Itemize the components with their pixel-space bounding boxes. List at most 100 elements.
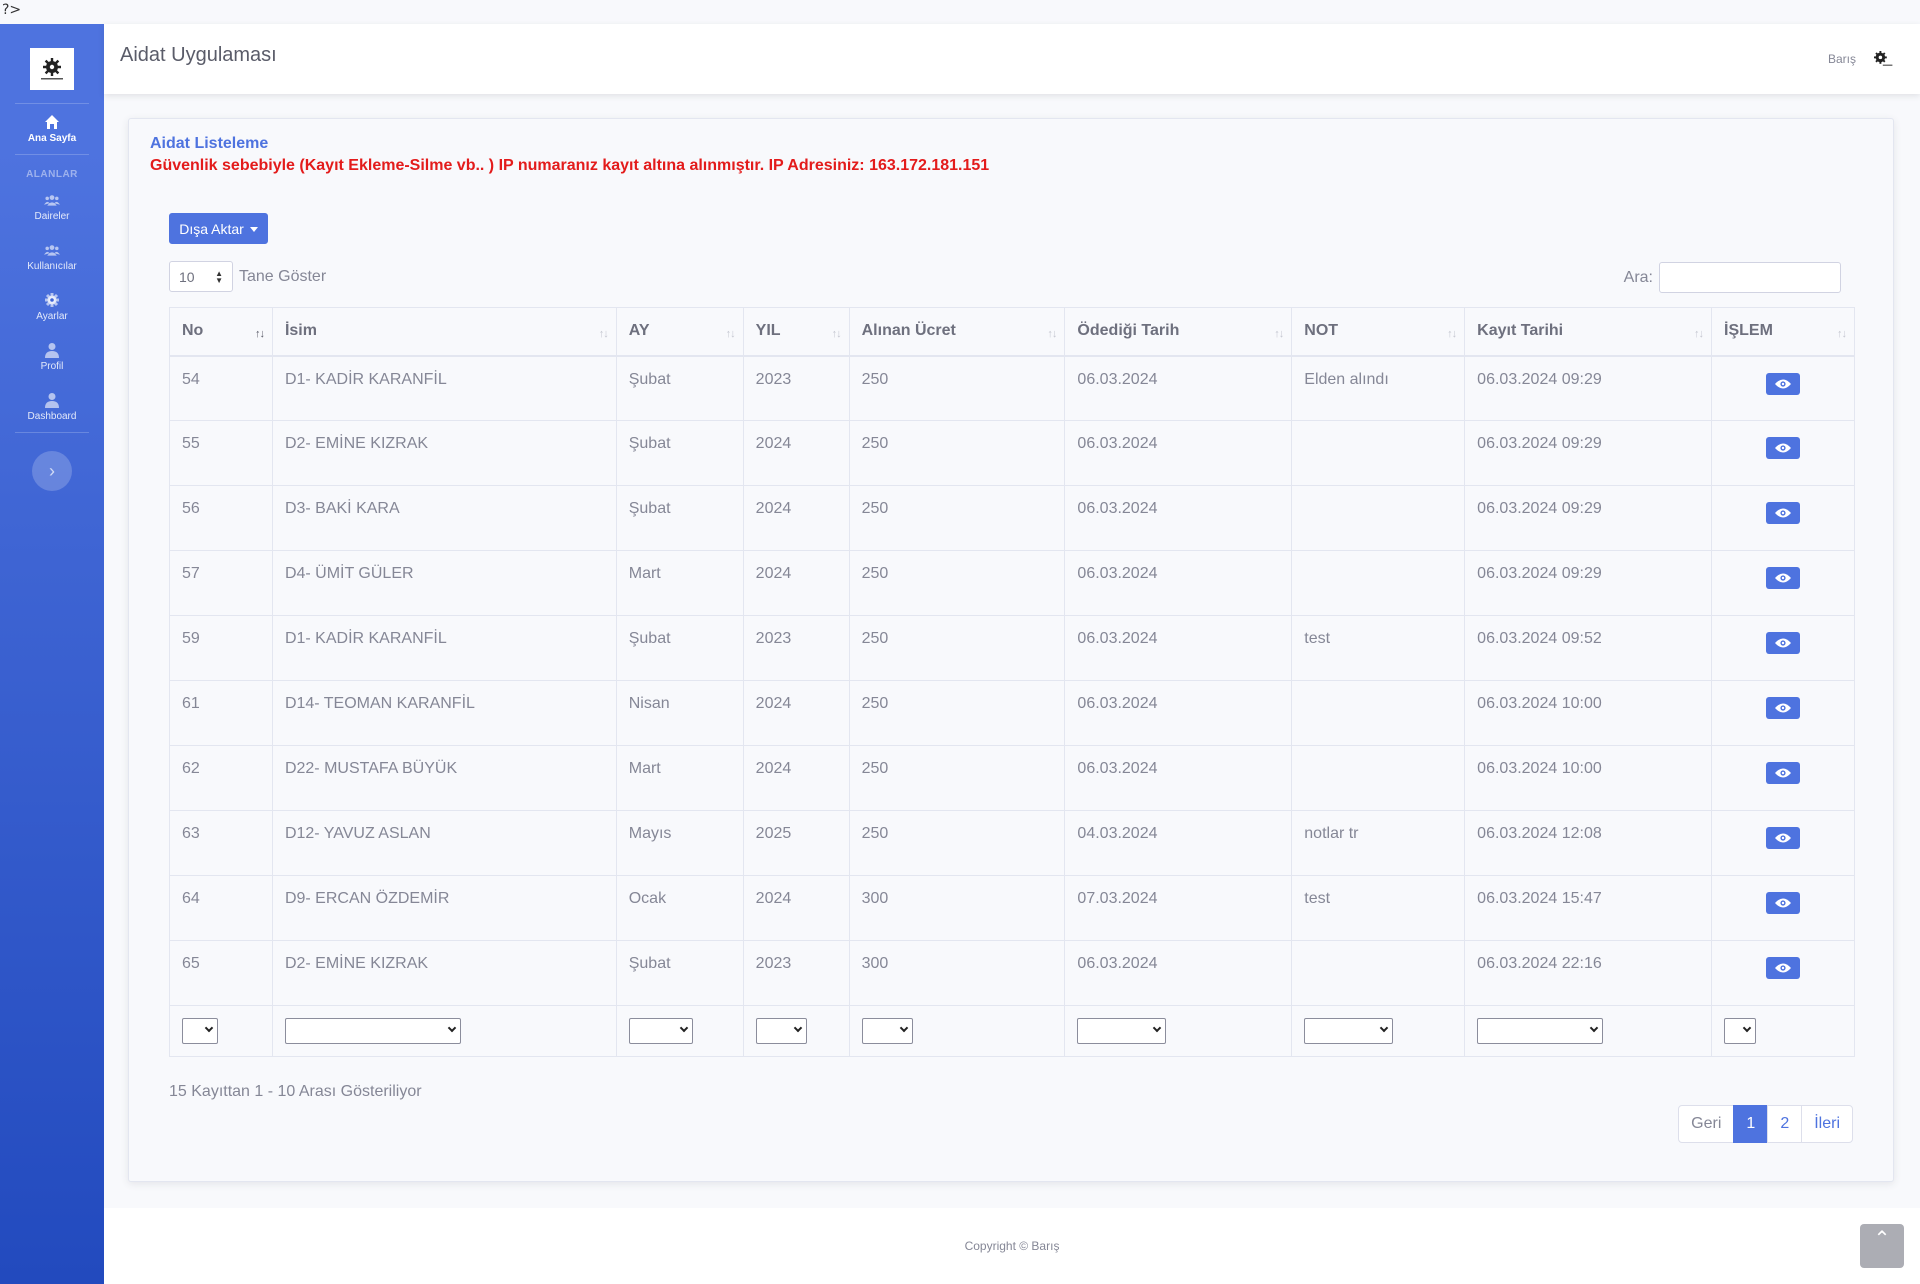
sort-arrows-icon: ▲ ▼: [215, 269, 223, 285]
column-filter-select[interactable]: [628, 1018, 693, 1044]
footer: Copyright © Barış: [104, 1208, 1920, 1284]
action-cell: [1711, 615, 1855, 681]
search-label: Ara:: [1623, 268, 1653, 286]
ip-warning: Güvenlik sebebiyle (Kayıt Ekleme-Silme v…: [150, 157, 990, 174]
table-cell: test: [1291, 615, 1466, 681]
user-icon: [45, 393, 59, 408]
column-filter-select[interactable]: [861, 1018, 913, 1044]
sidebar-item-kullanicilar[interactable]: Kullanıcılar: [0, 232, 104, 282]
table-cell: 63: [169, 810, 273, 876]
table-cell: 250: [848, 420, 1066, 486]
filter-cell: [271, 1005, 617, 1057]
chevron-right-icon: ›: [49, 460, 55, 481]
table-cell: [1291, 680, 1466, 746]
chevron-down-icon: [204, 1023, 214, 1033]
pagination-prev[interactable]: Geri: [1678, 1105, 1735, 1143]
sidebar-item-home[interactable]: Ana Sayfa: [0, 104, 104, 154]
view-button[interactable]: [1766, 762, 1801, 784]
view-button[interactable]: [1766, 567, 1801, 589]
pagination-page-1[interactable]: 1: [1733, 1105, 1769, 1143]
column-header[interactable]: NOT ↑↓: [1291, 307, 1466, 357]
table-cell: 06.03.2024: [1064, 615, 1293, 681]
view-button[interactable]: [1766, 372, 1801, 395]
column-filter-select[interactable]: [182, 1018, 218, 1044]
sort-icon: ↑↓: [831, 328, 842, 340]
table-cell: D2- EMİNE KIZRAK: [271, 420, 617, 486]
pagination-page-2[interactable]: 2: [1767, 1105, 1803, 1143]
action-cell: [1711, 810, 1855, 876]
table-cell: D14- TEOMAN KARANFİL: [271, 680, 617, 746]
pagination-next[interactable]: İleri: [1801, 1105, 1853, 1143]
table-cell: Şubat: [615, 940, 744, 1006]
column-header[interactable]: YIL ↑↓: [742, 307, 850, 357]
sidebar-item-dashboard[interactable]: Dashboard: [0, 382, 104, 432]
sidebar-item-label: Ayarlar: [36, 311, 68, 322]
column-filter-select[interactable]: [1304, 1018, 1394, 1044]
sidebar-item-daireler[interactable]: Daireler: [0, 182, 104, 232]
column-header[interactable]: Alınan Ücret ↑↓: [848, 307, 1066, 357]
column-header[interactable]: AY ↑↓: [615, 307, 744, 357]
search-input[interactable]: [1659, 262, 1841, 293]
action-cell: [1711, 485, 1855, 551]
view-button[interactable]: [1766, 827, 1801, 849]
view-button[interactable]: [1766, 632, 1801, 654]
table-cell: 2024: [742, 875, 850, 941]
table-cell: 57: [169, 550, 273, 616]
table-cell: 06.03.2024: [1064, 355, 1293, 421]
sidebar-heading: ALANLAR: [26, 169, 78, 180]
filter-cell: [1291, 1005, 1466, 1057]
sidebar-item-profil[interactable]: Profil: [0, 332, 104, 382]
card-title: Aidat Listeleme: [150, 135, 269, 152]
stray-php-tag: ?>: [2, 2, 22, 18]
table-cell: Elden alındı: [1291, 355, 1466, 421]
column-header[interactable]: İŞLEM ↑↓: [1711, 307, 1855, 357]
view-button[interactable]: [1766, 957, 1801, 979]
export-dropdown-button[interactable]: Dışa Aktar: [169, 213, 268, 244]
column-header[interactable]: Kayıt Tarihi ↑↓: [1464, 307, 1713, 357]
sidebar-brand[interactable]: [0, 35, 104, 103]
table-cell: Mart: [615, 550, 744, 616]
view-button[interactable]: [1766, 697, 1801, 719]
table-cell: D3- BAKİ KARA: [271, 485, 617, 551]
brand-logo: [30, 48, 74, 90]
column-filter-select[interactable]: [284, 1018, 461, 1044]
column-header-label: İŞLEM: [1724, 322, 1773, 340]
table-cell: 06.03.2024 22:16: [1464, 940, 1713, 1006]
user-icon: [45, 343, 59, 358]
table-cell: 2023: [742, 940, 850, 1006]
column-filter-select[interactable]: [1477, 1018, 1604, 1044]
user-menu[interactable]: Barış: [1828, 48, 1894, 70]
column-header[interactable]: Ödediği Tarih ↑↓: [1064, 307, 1293, 357]
table-cell: D1- KADİR KARANFİL: [271, 615, 617, 681]
column-header[interactable]: No ↑↓: [169, 307, 273, 357]
table-cell: [1291, 745, 1466, 811]
table-cell: 250: [848, 680, 1066, 746]
column-header[interactable]: İsim ↑↓: [271, 307, 617, 357]
column-filter-select[interactable]: [755, 1018, 807, 1044]
table-cell: Şubat: [615, 355, 744, 421]
caret-down-icon: [249, 227, 258, 233]
table-cell: [1291, 940, 1466, 1006]
table-cell: 250: [848, 615, 1066, 681]
eye-icon: [1775, 638, 1792, 648]
table-cell: 250: [848, 810, 1066, 876]
chevron-down-icon: [1742, 1023, 1752, 1033]
sort-icon: ↑↓: [598, 328, 609, 340]
table-cell: 250: [848, 355, 1066, 421]
table-cell: 06.03.2024 09:29: [1464, 420, 1713, 486]
table-cell: 06.03.2024: [1064, 550, 1293, 616]
view-button[interactable]: [1766, 502, 1801, 524]
action-cell: [1711, 745, 1855, 811]
sidebar-toggle-button[interactable]: ›: [32, 451, 72, 491]
filter-cell: [169, 1005, 273, 1057]
column-filter-select[interactable]: [1724, 1018, 1757, 1044]
sort-icon: ↑↓: [1447, 328, 1457, 340]
page-length-select[interactable]: 10 ▲ ▼: [169, 261, 233, 292]
view-button[interactable]: [1766, 892, 1801, 914]
table-cell: 2024: [742, 680, 850, 746]
sidebar-item-ayarlar[interactable]: Ayarlar: [0, 282, 104, 332]
scroll-to-top-button[interactable]: ⌃: [1860, 1224, 1904, 1268]
sidebar-item-label: Ana Sayfa: [27, 133, 77, 144]
view-button[interactable]: [1766, 437, 1801, 459]
column-filter-select[interactable]: [1077, 1018, 1167, 1044]
